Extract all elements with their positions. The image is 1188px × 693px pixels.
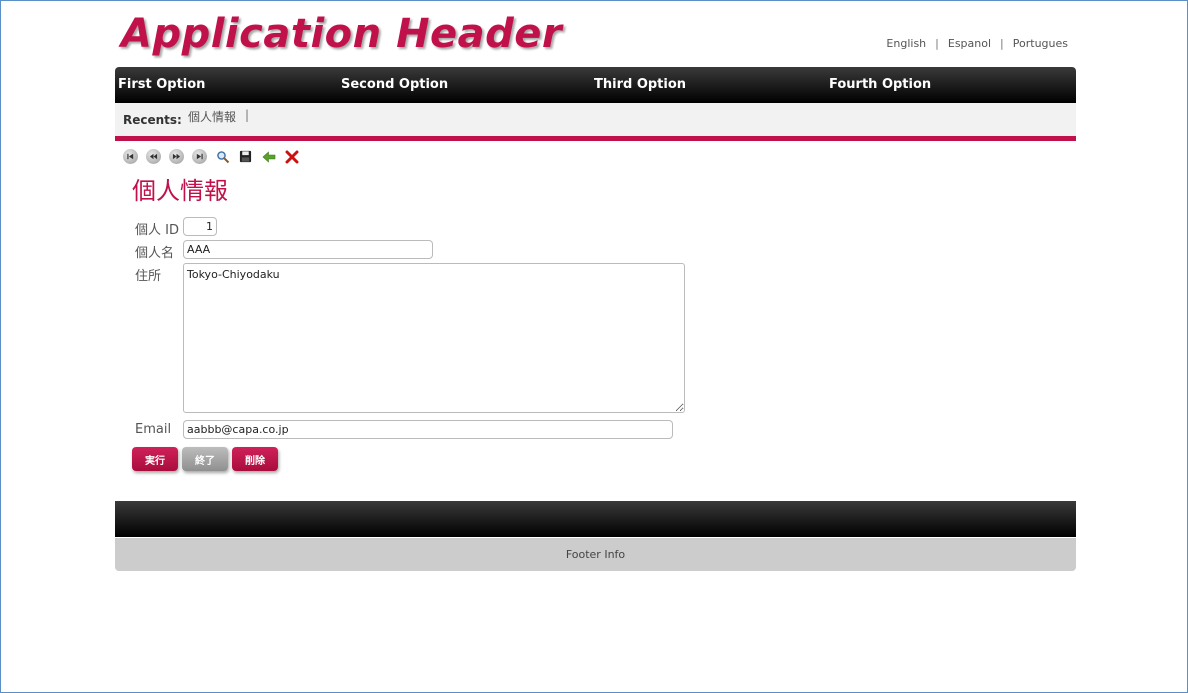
recents-separator: | xyxy=(245,108,250,122)
save-icon[interactable] xyxy=(238,149,253,164)
page-title: 個人情報 xyxy=(132,177,228,205)
language-portugues-link[interactable]: Portugues xyxy=(1013,37,1068,50)
email-field[interactable] xyxy=(183,420,673,439)
nav-third-option[interactable]: Third Option xyxy=(594,77,686,92)
app-window: Application Header English | Espanol | Portu… xyxy=(0,0,1188,693)
language-separator: | xyxy=(935,37,939,50)
name-label: 個人名 xyxy=(135,246,175,261)
execute-button[interactable]: 実行 xyxy=(132,447,178,471)
language-english-link[interactable]: English xyxy=(886,37,926,50)
footer-bar xyxy=(115,501,1076,537)
recents-bar: Recents: 個人情報 | xyxy=(115,103,1076,141)
first-record-icon[interactable] xyxy=(123,149,138,164)
next-record-icon[interactable] xyxy=(169,149,184,164)
recents-label: Recents: xyxy=(123,113,182,127)
language-espanol-link[interactable]: Espanol xyxy=(948,37,991,50)
address-label: 住所 xyxy=(135,269,162,284)
delete-x-icon[interactable] xyxy=(284,149,299,164)
app-header-title: Application Header xyxy=(121,11,563,57)
back-arrow-icon[interactable] xyxy=(261,149,276,164)
nav-first-option[interactable]: First Option xyxy=(118,77,205,92)
main-nav: First Option Second Option Third Option … xyxy=(115,67,1076,103)
footer-info: Footer Info xyxy=(115,538,1076,571)
email-label: Email xyxy=(135,422,172,437)
delete-button[interactable]: 削除 xyxy=(232,447,278,471)
language-selector: English | Espanol | Portugues xyxy=(886,37,1068,50)
nav-fourth-option[interactable]: Fourth Option xyxy=(829,77,931,92)
search-icon[interactable] xyxy=(215,149,230,164)
id-field[interactable] xyxy=(183,217,217,236)
nav-second-option[interactable]: Second Option xyxy=(341,77,448,92)
last-record-icon[interactable] xyxy=(192,149,207,164)
name-field[interactable] xyxy=(183,240,433,259)
previous-record-icon[interactable] xyxy=(146,149,161,164)
language-separator: | xyxy=(1000,37,1004,50)
recents-item[interactable]: 個人情報 xyxy=(188,108,236,125)
address-textarea[interactable]: Tokyo-Chiyodaku xyxy=(183,263,685,413)
id-label: 個人 ID xyxy=(135,223,179,238)
close-button[interactable]: 終了 xyxy=(182,447,228,471)
